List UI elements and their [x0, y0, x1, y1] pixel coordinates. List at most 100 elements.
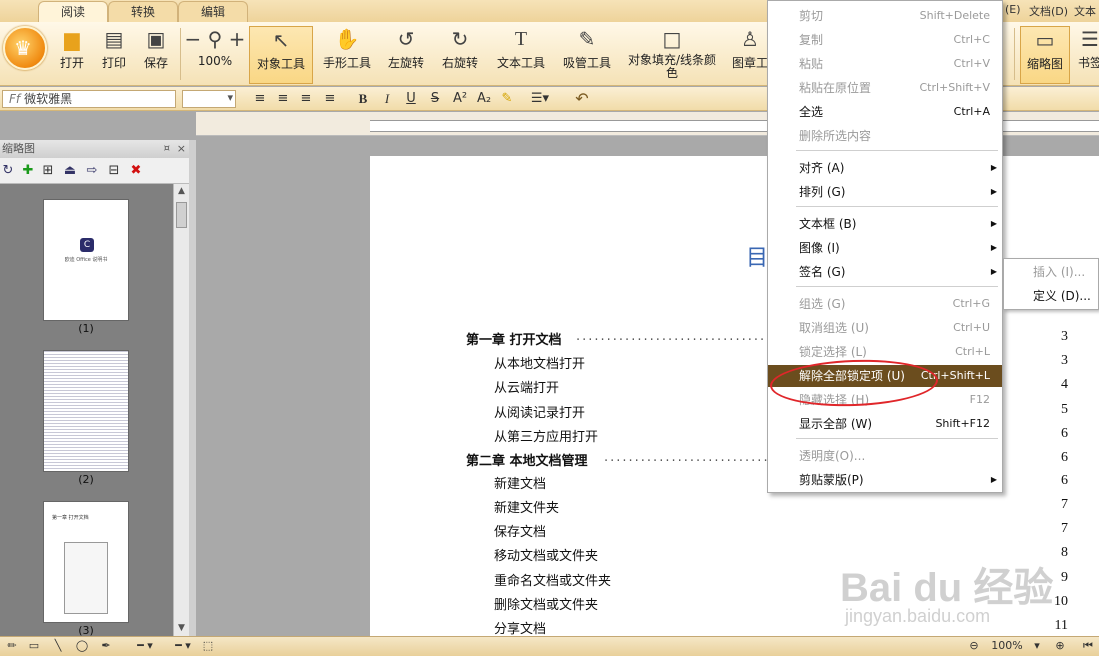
save-button[interactable]: ▣ 保存	[138, 26, 174, 84]
toc-page-number: 3	[1061, 329, 1068, 344]
menu-item-arrange[interactable]: 排列 (G) ▶	[768, 181, 1002, 203]
pen-icon[interactable]: ✒	[98, 639, 114, 653]
rotate-right-button[interactable]: ↻ 右旋转	[436, 26, 484, 84]
toc-entry[interactable]: 新建文件夹	[494, 497, 559, 516]
toc-entry[interactable]: 从第三方应用打开	[494, 426, 598, 445]
delete-icon[interactable]: ✖	[128, 163, 144, 179]
menu-item-paste-in-place[interactable]: 粘贴在原位置 Ctrl+Shift+V	[768, 77, 1002, 99]
italic-icon[interactable]: I	[377, 90, 397, 108]
thumbnail-button[interactable]: ▭ 缩略图	[1020, 26, 1070, 84]
line-width-icon[interactable]: ━ ▾	[166, 639, 200, 653]
toc-entry[interactable]: 从阅读记录打开	[494, 402, 585, 421]
ellipse-icon[interactable]: ◯	[74, 639, 90, 653]
toc-entry[interactable]: 移动文档或文件夹	[494, 545, 598, 564]
line-spacing-icon[interactable]: ☰▾	[530, 90, 550, 108]
menu-item-select-all[interactable]: 全选 Ctrl+A	[768, 101, 1002, 123]
zoom-control[interactable]: − ⚲ + 100%	[184, 26, 246, 84]
menu-item-clipping-mask[interactable]: 剪贴蒙版(P) ▶	[768, 469, 1002, 491]
strikethrough-icon[interactable]: S	[425, 90, 445, 108]
open-button[interactable]: ▆ 打开	[54, 26, 90, 84]
highlighter-icon[interactable]: ✎	[497, 90, 517, 108]
menu-item-signature[interactable]: 签名 (G) ▶	[768, 261, 1002, 283]
menu-item-delete-selection[interactable]: 删除所选内容	[768, 125, 1002, 147]
menu-item-opacity[interactable]: 透明度(O)...	[768, 445, 1002, 467]
menu-item-group[interactable]: 组选 (G) Ctrl+G	[768, 293, 1002, 315]
fill-stroke-button[interactable]: □ 对象填充/线条颜色	[624, 26, 720, 84]
panel-divider[interactable]	[189, 140, 196, 636]
toc-entry[interactable]: 保存文档	[494, 521, 546, 540]
justify-icon[interactable]: ≡	[320, 90, 340, 108]
rotate-left-button[interactable]: ↺ 左旋转	[382, 26, 430, 84]
thumbnail-scrollbar[interactable]: ▲ ▼	[173, 184, 189, 636]
scroll-down-icon[interactable]: ▼	[174, 621, 189, 636]
menu-edit-partial[interactable]: (E)	[1005, 3, 1021, 16]
page-thumbnail-1[interactable]: C 欧迪 Office 说明书	[43, 199, 129, 321]
extract-page-icon[interactable]: ⏏	[62, 163, 78, 179]
undo-icon[interactable]: ↶	[572, 90, 592, 108]
menu-item-paste[interactable]: 粘贴 Ctrl+V	[768, 53, 1002, 75]
align-center-icon[interactable]: ≡	[273, 90, 293, 108]
tab-read[interactable]: 阅读	[38, 1, 108, 22]
app-logo[interactable]: ♛	[3, 26, 47, 70]
bookmark-button[interactable]: ☰ 书签	[1076, 26, 1099, 84]
menu-text-partial[interactable]: 文本	[1074, 3, 1096, 19]
superscript-icon[interactable]: A²	[450, 90, 470, 108]
text-tool-button[interactable]: T 文本工具	[492, 26, 550, 84]
delete-pages-icon[interactable]: ⊟	[106, 163, 122, 179]
menu-item-ungroup[interactable]: 取消组选 (U) Ctrl+U	[768, 317, 1002, 339]
font-size-select[interactable]	[182, 90, 236, 108]
zoom-dropdown-icon[interactable]: ▾	[1030, 639, 1044, 653]
submenu-item-define[interactable]: 定义 (D)...	[1004, 285, 1099, 307]
underline-icon[interactable]: U	[401, 90, 421, 108]
align-left-icon[interactable]: ≡	[250, 90, 270, 108]
subscript-icon[interactable]: A₂	[474, 90, 494, 108]
pencil-icon[interactable]: ✏	[4, 639, 20, 653]
bold-icon[interactable]: B	[353, 90, 373, 108]
hand-tool-button[interactable]: ✋ 手形工具	[318, 26, 376, 84]
rectangle-icon[interactable]: ▭	[26, 639, 42, 653]
object-tool-button[interactable]: ↖ 对象工具	[249, 26, 313, 84]
pin-icon[interactable]: ¤	[164, 140, 170, 158]
zoom-out-icon[interactable]: ⊖	[966, 639, 982, 653]
tab-convert[interactable]: 转换	[108, 1, 178, 22]
eyedropper-button[interactable]: ✎ 吸管工具	[558, 26, 616, 84]
zoom-level[interactable]: 100%	[988, 639, 1026, 653]
toc-entry[interactable]: 第二章 本地文档管理	[466, 450, 588, 469]
rotate-page-icon[interactable]: ↻	[0, 163, 16, 179]
stamp-tool-button[interactable]: ♙ 图章工	[730, 26, 770, 84]
print-button[interactable]: ▤ 打印	[96, 26, 132, 84]
page-thumbnail-2[interactable]	[43, 350, 129, 472]
tab-edit[interactable]: 编辑	[178, 1, 248, 22]
scroll-up-icon[interactable]: ▲	[174, 184, 189, 199]
selection-box-icon[interactable]: ⬚	[200, 639, 216, 653]
page-thumbnail-3[interactable]: 第一章 打开文档	[43, 501, 129, 623]
menu-item-cut[interactable]: 剪切 Shift+Delete	[768, 5, 1002, 27]
menu-item-image[interactable]: 图像 (I) ▶	[768, 237, 1002, 259]
open-label: 打开	[59, 56, 84, 70]
thumbnail-list[interactable]: C 欧迪 Office 说明书 第一章 打开文档	[0, 184, 173, 636]
menu-item-align[interactable]: 对齐 (A) ▶	[768, 157, 1002, 179]
toc-entry[interactable]: 第一章 打开文档	[466, 329, 562, 348]
close-icon[interactable]: ×	[177, 140, 186, 158]
scroll-thumb[interactable]	[176, 202, 187, 228]
align-right-icon[interactable]: ≡	[296, 90, 316, 108]
menu-item-show-all[interactable]: 显示全部 (W) Shift+F12	[768, 413, 1002, 435]
font-name-box[interactable]: Ff 微软雅黑	[2, 90, 176, 108]
menu-document[interactable]: 文档(D)	[1029, 3, 1068, 19]
line-icon[interactable]: ╲	[50, 639, 66, 653]
toc-entry[interactable]: 重命名文档或文件夹	[494, 570, 611, 589]
menu-item-copy[interactable]: 复制 Ctrl+C	[768, 29, 1002, 51]
line-style-icon[interactable]: ━ ▾	[128, 639, 162, 653]
toc-entry[interactable]: 分享文档	[494, 618, 546, 637]
first-page-icon[interactable]: ⏮	[1080, 639, 1096, 653]
menu-item-textbox[interactable]: 文本框 (B) ▶	[768, 213, 1002, 235]
export-page-icon[interactable]: ⇨	[84, 163, 100, 179]
add-page-icon[interactable]: ✚	[20, 163, 36, 179]
toc-entry[interactable]: 从本地文档打开	[494, 353, 585, 372]
insert-page-icon[interactable]: ⊞	[40, 163, 56, 179]
zoom-in-icon[interactable]: ⊕	[1052, 639, 1068, 653]
submenu-item-insert[interactable]: 插入 (I)...	[1004, 261, 1099, 283]
toc-entry[interactable]: 从云端打开	[494, 377, 559, 396]
toc-entry[interactable]: 新建文档	[494, 473, 546, 492]
toc-entry[interactable]: 删除文档或文件夹	[494, 594, 598, 613]
